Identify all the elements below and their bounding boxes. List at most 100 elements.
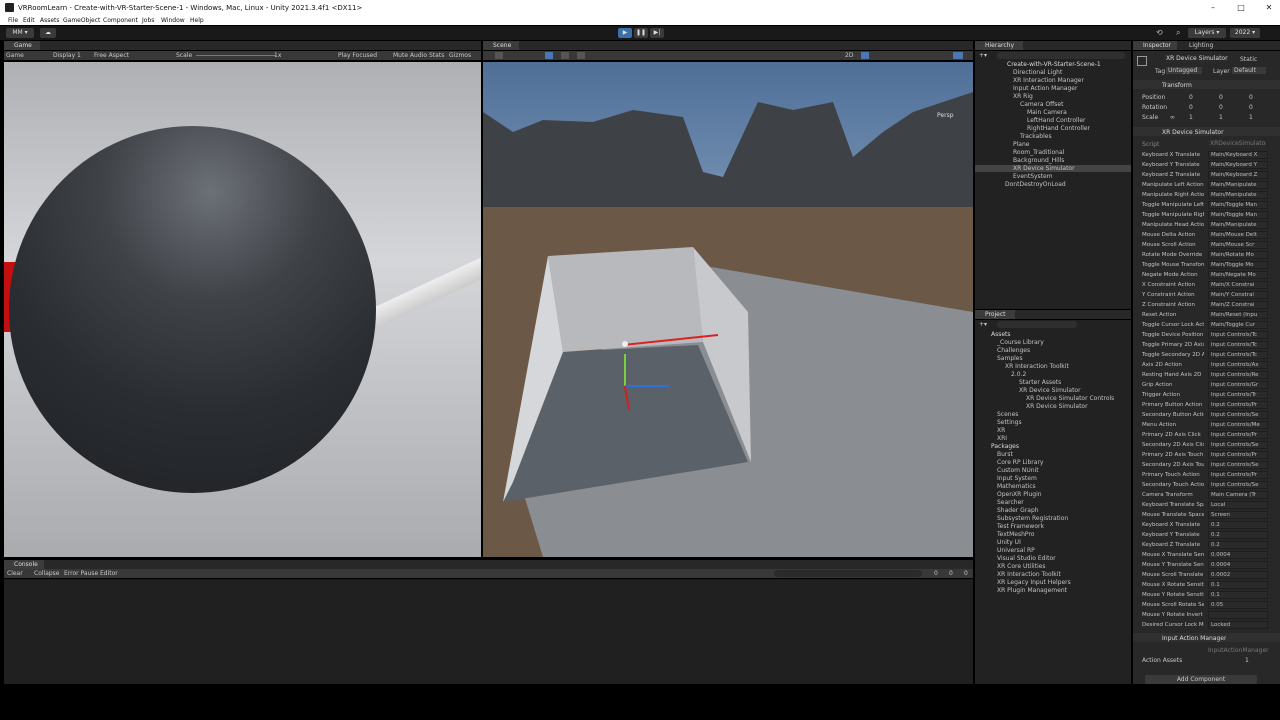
- persp-label[interactable]: Persp: [937, 112, 954, 119]
- project-item[interactable]: Subsystem Registration: [997, 515, 1068, 522]
- play-focused-dropdown[interactable]: Play Focused: [338, 52, 377, 59]
- inspector-field-value[interactable]: Input Controls/Pr: [1208, 431, 1268, 439]
- inspector-field-value[interactable]: Main/Keyboard Y: [1208, 161, 1268, 169]
- project-item[interactable]: 2.0.2: [1011, 371, 1026, 378]
- tab-hierarchy[interactable]: Hierarchy: [975, 41, 1023, 50]
- inspector-field-value[interactable]: 0.0004: [1208, 561, 1268, 569]
- project-item[interactable]: Samples: [997, 355, 1023, 362]
- inspector-field-value[interactable]: Screen: [1208, 511, 1268, 519]
- project-item[interactable]: XR Legacy Input Helpers: [997, 579, 1071, 586]
- inspector-field-value[interactable]: Main/Mouse Delt: [1208, 231, 1268, 239]
- hierarchy-add-button[interactable]: +▾: [979, 52, 987, 59]
- scale-x[interactable]: 1: [1189, 114, 1193, 121]
- layer-dropdown[interactable]: Default: [1232, 67, 1266, 74]
- account-dropdown[interactable]: MM ▾: [6, 28, 34, 38]
- project-item[interactable]: Settings: [997, 419, 1022, 426]
- tab-console[interactable]: Console: [4, 560, 44, 569]
- project-item[interactable]: XR Interaction Toolkit: [997, 571, 1061, 578]
- hierarchy-item[interactable]: Room_Traditional: [1013, 149, 1064, 156]
- inspector-field-value[interactable]: Main Camera (Tr: [1208, 491, 1268, 499]
- project-item[interactable]: Burst: [997, 451, 1013, 458]
- inspector-field-value[interactable]: Main/Manipulate: [1208, 221, 1268, 229]
- game-view-dropdown[interactable]: Game: [6, 52, 24, 59]
- inspector-field-value[interactable]: Main/Manipulate: [1208, 181, 1268, 189]
- inspector-field-value[interactable]: [1208, 611, 1268, 619]
- action-assets-label[interactable]: Action Assets: [1142, 657, 1182, 664]
- inspector-field-value[interactable]: Locked: [1208, 621, 1268, 629]
- position-z[interactable]: 0: [1249, 94, 1253, 101]
- tab-lighting[interactable]: Lighting: [1189, 42, 1213, 49]
- hierarchy-item[interactable]: Background_Hills: [1013, 157, 1064, 164]
- menu-component[interactable]: Component: [103, 17, 138, 24]
- project-item[interactable]: Scenes: [997, 411, 1018, 418]
- rotation-z[interactable]: 0: [1249, 104, 1253, 111]
- project-item[interactable]: XR Core Utilities: [997, 563, 1046, 570]
- inspector-field-value[interactable]: 0.0002: [1208, 571, 1268, 579]
- inspector-field-value[interactable]: Input Controls/Tc: [1208, 331, 1268, 339]
- gizmos-icon[interactable]: [953, 52, 963, 59]
- hierarchy-search[interactable]: [997, 52, 1125, 59]
- menu-window[interactable]: Window: [161, 17, 185, 24]
- hierarchy-item[interactable]: Main Camera: [1027, 109, 1067, 116]
- project-item[interactable]: XR Device Simulator: [1026, 403, 1088, 410]
- project-item[interactable]: Challenges: [997, 347, 1030, 354]
- inspector-field-value[interactable]: Main/Rotate Mo: [1208, 251, 1268, 259]
- rotate-tool-icon[interactable]: [561, 52, 569, 59]
- scale-tool-icon[interactable]: [577, 52, 585, 59]
- inspector-field-value[interactable]: Main/Toggle Cur: [1208, 321, 1268, 329]
- aspect-dropdown[interactable]: Free Aspect: [94, 52, 129, 59]
- hierarchy-item[interactable]: LeftHand Controller: [1027, 117, 1086, 124]
- inspector-field-value[interactable]: Input Controls/Tc: [1208, 341, 1268, 349]
- rotation-x[interactable]: 0: [1189, 104, 1193, 111]
- project-item[interactable]: _Course Library: [997, 339, 1044, 346]
- inspector-field-value[interactable]: Input Controls/Tr: [1208, 391, 1268, 399]
- hierarchy-item[interactable]: XR Rig: [1013, 93, 1033, 100]
- inspector-field-value[interactable]: Main/Y Constrai: [1208, 291, 1268, 299]
- static-toggle[interactable]: Static: [1240, 56, 1257, 63]
- inspector-field-value[interactable]: Main/Negate Mo: [1208, 271, 1268, 279]
- inspector-field-value[interactable]: Input Controls/Ax: [1208, 361, 1268, 369]
- hierarchy-item-selected[interactable]: XR Device Simulator: [975, 165, 1131, 172]
- inspector-field-value[interactable]: Input Controls/Se: [1208, 411, 1268, 419]
- hierarchy-item[interactable]: Camera Offset: [1020, 101, 1063, 108]
- stats-toggle[interactable]: Stats: [429, 52, 444, 59]
- transform-header[interactable]: [1133, 80, 1280, 89]
- search-icon[interactable]: ⌕: [1176, 28, 1180, 38]
- hierarchy-item[interactable]: Trackables: [1020, 133, 1052, 140]
- add-component-button[interactable]: Add Component: [1145, 675, 1257, 684]
- tab-inspector[interactable]: Inspector: [1133, 41, 1177, 50]
- scale-z[interactable]: 1: [1249, 114, 1253, 121]
- console-log-count[interactable]: 0: [934, 570, 938, 577]
- step-button[interactable]: ▶|: [650, 28, 664, 38]
- tab-game[interactable]: Game: [4, 41, 40, 50]
- scale-y[interactable]: 1: [1219, 114, 1223, 121]
- position-y[interactable]: 0: [1219, 94, 1223, 101]
- inspector-field-value[interactable]: Main/Toggle Man: [1208, 201, 1268, 209]
- scene-viewport[interactable]: Persp: [483, 62, 973, 557]
- hierarchy-item[interactable]: DontDestroyOnLoad: [1005, 181, 1066, 188]
- game-viewport[interactable]: [4, 62, 481, 557]
- tab-project[interactable]: Project: [975, 310, 1015, 319]
- move-tool-icon[interactable]: [545, 52, 553, 59]
- gizmos-dropdown[interactable]: Gizmos: [449, 52, 471, 59]
- project-add-button[interactable]: +▾: [979, 321, 987, 328]
- maximize-button[interactable]: □: [1234, 3, 1248, 12]
- project-item[interactable]: Packages: [991, 443, 1019, 450]
- project-item[interactable]: Universal RP: [997, 547, 1035, 554]
- minimize-button[interactable]: –: [1206, 3, 1220, 12]
- inspector-field-value[interactable]: Main/Manipulate: [1208, 191, 1268, 199]
- scale-slider[interactable]: [196, 55, 276, 56]
- hierarchy-item[interactable]: XR Interaction Manager: [1013, 77, 1084, 84]
- console-error-count[interactable]: 0: [964, 570, 968, 577]
- project-item[interactable]: Visual Studio Editor: [997, 555, 1056, 562]
- inspector-field-value[interactable]: 0.2: [1208, 541, 1268, 549]
- inspector-field-value[interactable]: Input Controls/Tc: [1208, 351, 1268, 359]
- hierarchy-item[interactable]: Input Action Manager: [1013, 85, 1077, 92]
- project-item[interactable]: Searcher: [997, 499, 1024, 506]
- inspector-field-value[interactable]: Main/Z Constrai: [1208, 301, 1268, 309]
- menu-file[interactable]: File: [8, 17, 18, 24]
- inspector-field-value[interactable]: Input Controls/Se: [1208, 481, 1268, 489]
- menu-edit[interactable]: Edit: [23, 17, 35, 24]
- hand-tool-icon[interactable]: [495, 52, 503, 59]
- inspector-field-value[interactable]: Main/Toggle Mo: [1208, 261, 1268, 269]
